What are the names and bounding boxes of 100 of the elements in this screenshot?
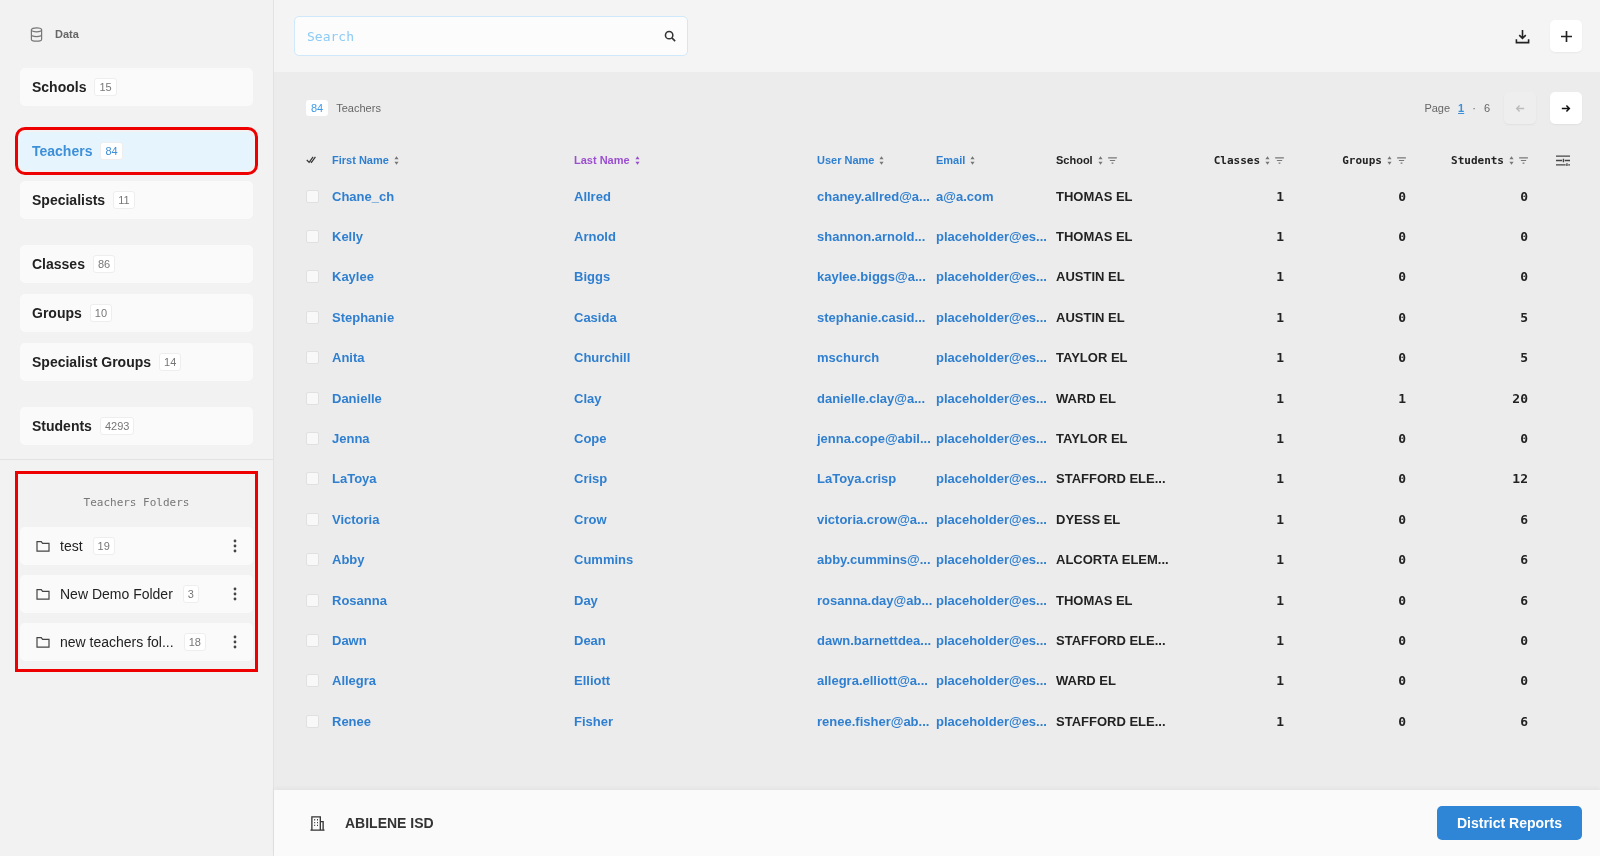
next-page-button[interactable] <box>1550 92 1582 124</box>
column-header[interactable]: Classes <box>1213 153 1260 167</box>
link-cell[interactable]: jenna.cope@abil... <box>817 431 936 447</box>
download-icon[interactable] <box>1515 28 1530 44</box>
column-header[interactable]: First Name <box>332 154 389 166</box>
filter-icon[interactable] <box>1397 156 1406 164</box>
link-cell[interactable]: mschurch <box>817 350 936 366</box>
link-cell[interactable]: Stephanie <box>332 309 574 325</box>
more-icon[interactable] <box>233 587 237 601</box>
link-cell[interactable]: chaney.allred@a... <box>817 188 936 204</box>
add-button[interactable] <box>1550 20 1582 52</box>
sidebar-item[interactable]: Specialist Groups 14 <box>20 343 253 381</box>
link-cell[interactable]: a@a.com <box>936 188 1056 204</box>
row-checkbox[interactable] <box>306 674 319 688</box>
row-checkbox[interactable] <box>306 714 319 728</box>
link-cell[interactable]: placeholder@es... <box>936 350 1056 366</box>
link-cell[interactable]: Allegra <box>332 673 574 689</box>
link-cell[interactable]: Rosanna <box>332 592 574 608</box>
filter-icon[interactable] <box>1275 156 1284 164</box>
link-cell[interactable]: shannon.arnold... <box>817 229 936 245</box>
sidebar-item[interactable]: Groups 10 <box>20 294 253 332</box>
link-cell[interactable]: Victoria <box>332 511 574 527</box>
row-checkbox[interactable] <box>306 593 319 607</box>
sidebar-item[interactable]: Schools 15 <box>20 68 253 106</box>
link-cell[interactable]: stephanie.casid... <box>817 309 936 325</box>
link-cell[interactable]: Chane_ch <box>332 188 574 204</box>
row-checkbox[interactable] <box>306 351 319 365</box>
link-cell[interactable]: Crow <box>574 511 817 527</box>
link-cell[interactable]: Dean <box>574 633 817 648</box>
link-cell[interactable]: victoria.crow@a... <box>817 511 936 527</box>
row-checkbox[interactable] <box>306 634 319 647</box>
link-cell[interactable]: Dawn <box>332 633 574 648</box>
link-cell[interactable]: placeholder@es... <box>936 269 1056 285</box>
link-cell[interactable]: dawn.barnettdea... <box>817 633 936 648</box>
sidebar-item[interactable]: Students 4293 <box>20 407 253 445</box>
row-checkbox[interactable] <box>306 310 319 324</box>
folder-item[interactable]: test 19 <box>20 527 253 565</box>
link-cell[interactable]: Crisp <box>574 471 817 487</box>
link-cell[interactable]: Casida <box>574 309 817 325</box>
link-cell[interactable]: placeholder@es... <box>936 431 1056 447</box>
sort-icon[interactable] <box>393 155 399 165</box>
more-icon[interactable] <box>233 635 237 649</box>
row-checkbox[interactable] <box>306 189 319 203</box>
link-cell[interactable]: Jenna <box>332 431 574 447</box>
district-reports-button[interactable]: District Reports <box>1436 806 1582 840</box>
column-header[interactable]: Groups <box>1342 153 1382 167</box>
link-cell[interactable]: Abby <box>332 552 574 568</box>
link-cell[interactable]: placeholder@es... <box>936 552 1056 568</box>
sidebar-item[interactable]: Specialists 11 <box>20 181 253 219</box>
link-cell[interactable]: placeholder@es... <box>936 673 1056 689</box>
link-cell[interactable]: Anita <box>332 350 574 366</box>
column-header[interactable]: School <box>1056 154 1093 166</box>
link-cell[interactable]: placeholder@es... <box>936 713 1056 729</box>
link-cell[interactable]: Allred <box>574 188 817 204</box>
sort-icon[interactable] <box>970 155 976 165</box>
link-cell[interactable]: Cummins <box>574 552 817 568</box>
link-cell[interactable]: placeholder@es... <box>936 511 1056 527</box>
link-cell[interactable]: LaToya <box>332 471 574 487</box>
link-cell[interactable]: placeholder@es... <box>936 309 1056 325</box>
sort-icon[interactable] <box>1097 155 1103 165</box>
row-checkbox[interactable] <box>306 432 319 446</box>
sort-icon[interactable] <box>1265 155 1270 165</box>
filter-icon[interactable] <box>1519 156 1528 164</box>
link-cell[interactable]: Kaylee <box>332 269 574 285</box>
link-cell[interactable]: Day <box>574 592 817 608</box>
link-cell[interactable]: danielle.clay@a... <box>817 390 936 406</box>
folder-item[interactable]: New Demo Folder 3 <box>20 575 253 613</box>
link-cell[interactable]: Clay <box>574 390 817 406</box>
select-all-icon[interactable] <box>306 156 317 164</box>
row-checkbox[interactable] <box>306 230 319 244</box>
row-checkbox[interactable] <box>306 391 319 405</box>
link-cell[interactable]: Arnold <box>574 229 817 245</box>
column-header[interactable]: Email <box>936 154 966 166</box>
link-cell[interactable]: Cope <box>574 431 817 447</box>
row-checkbox[interactable] <box>306 270 319 284</box>
folder-item[interactable]: new teachers fol... 18 <box>20 623 253 661</box>
filter-icon[interactable] <box>1107 156 1117 164</box>
link-cell[interactable]: LaToya.crisp <box>817 471 936 487</box>
more-icon[interactable] <box>233 539 237 553</box>
row-checkbox[interactable] <box>306 553 319 567</box>
link-cell[interactable]: Biggs <box>574 269 817 285</box>
sort-icon[interactable] <box>1387 155 1392 165</box>
link-cell[interactable]: placeholder@es... <box>936 633 1056 648</box>
column-settings-icon[interactable] <box>1556 154 1570 166</box>
link-cell[interactable]: allegra.elliott@a... <box>817 673 936 689</box>
sort-icon[interactable] <box>634 155 640 165</box>
link-cell[interactable]: placeholder@es... <box>936 592 1056 608</box>
column-header[interactable]: User Name <box>817 154 875 166</box>
row-checkbox[interactable] <box>306 472 319 486</box>
link-cell[interactable]: Kelly <box>332 229 574 245</box>
row-checkbox[interactable] <box>306 512 319 526</box>
column-header[interactable]: Students <box>1451 153 1504 167</box>
link-cell[interactable]: Renee <box>332 713 574 729</box>
link-cell[interactable]: rosanna.day@ab... <box>817 592 936 608</box>
link-cell[interactable]: Elliott <box>574 673 817 689</box>
link-cell[interactable]: renee.fisher@ab... <box>817 713 936 729</box>
sidebar-item[interactable]: Classes 86 <box>20 245 253 283</box>
link-cell[interactable]: placeholder@es... <box>936 229 1056 245</box>
link-cell[interactable]: abby.cummins@... <box>817 552 936 568</box>
link-cell[interactable]: Danielle <box>332 390 574 406</box>
